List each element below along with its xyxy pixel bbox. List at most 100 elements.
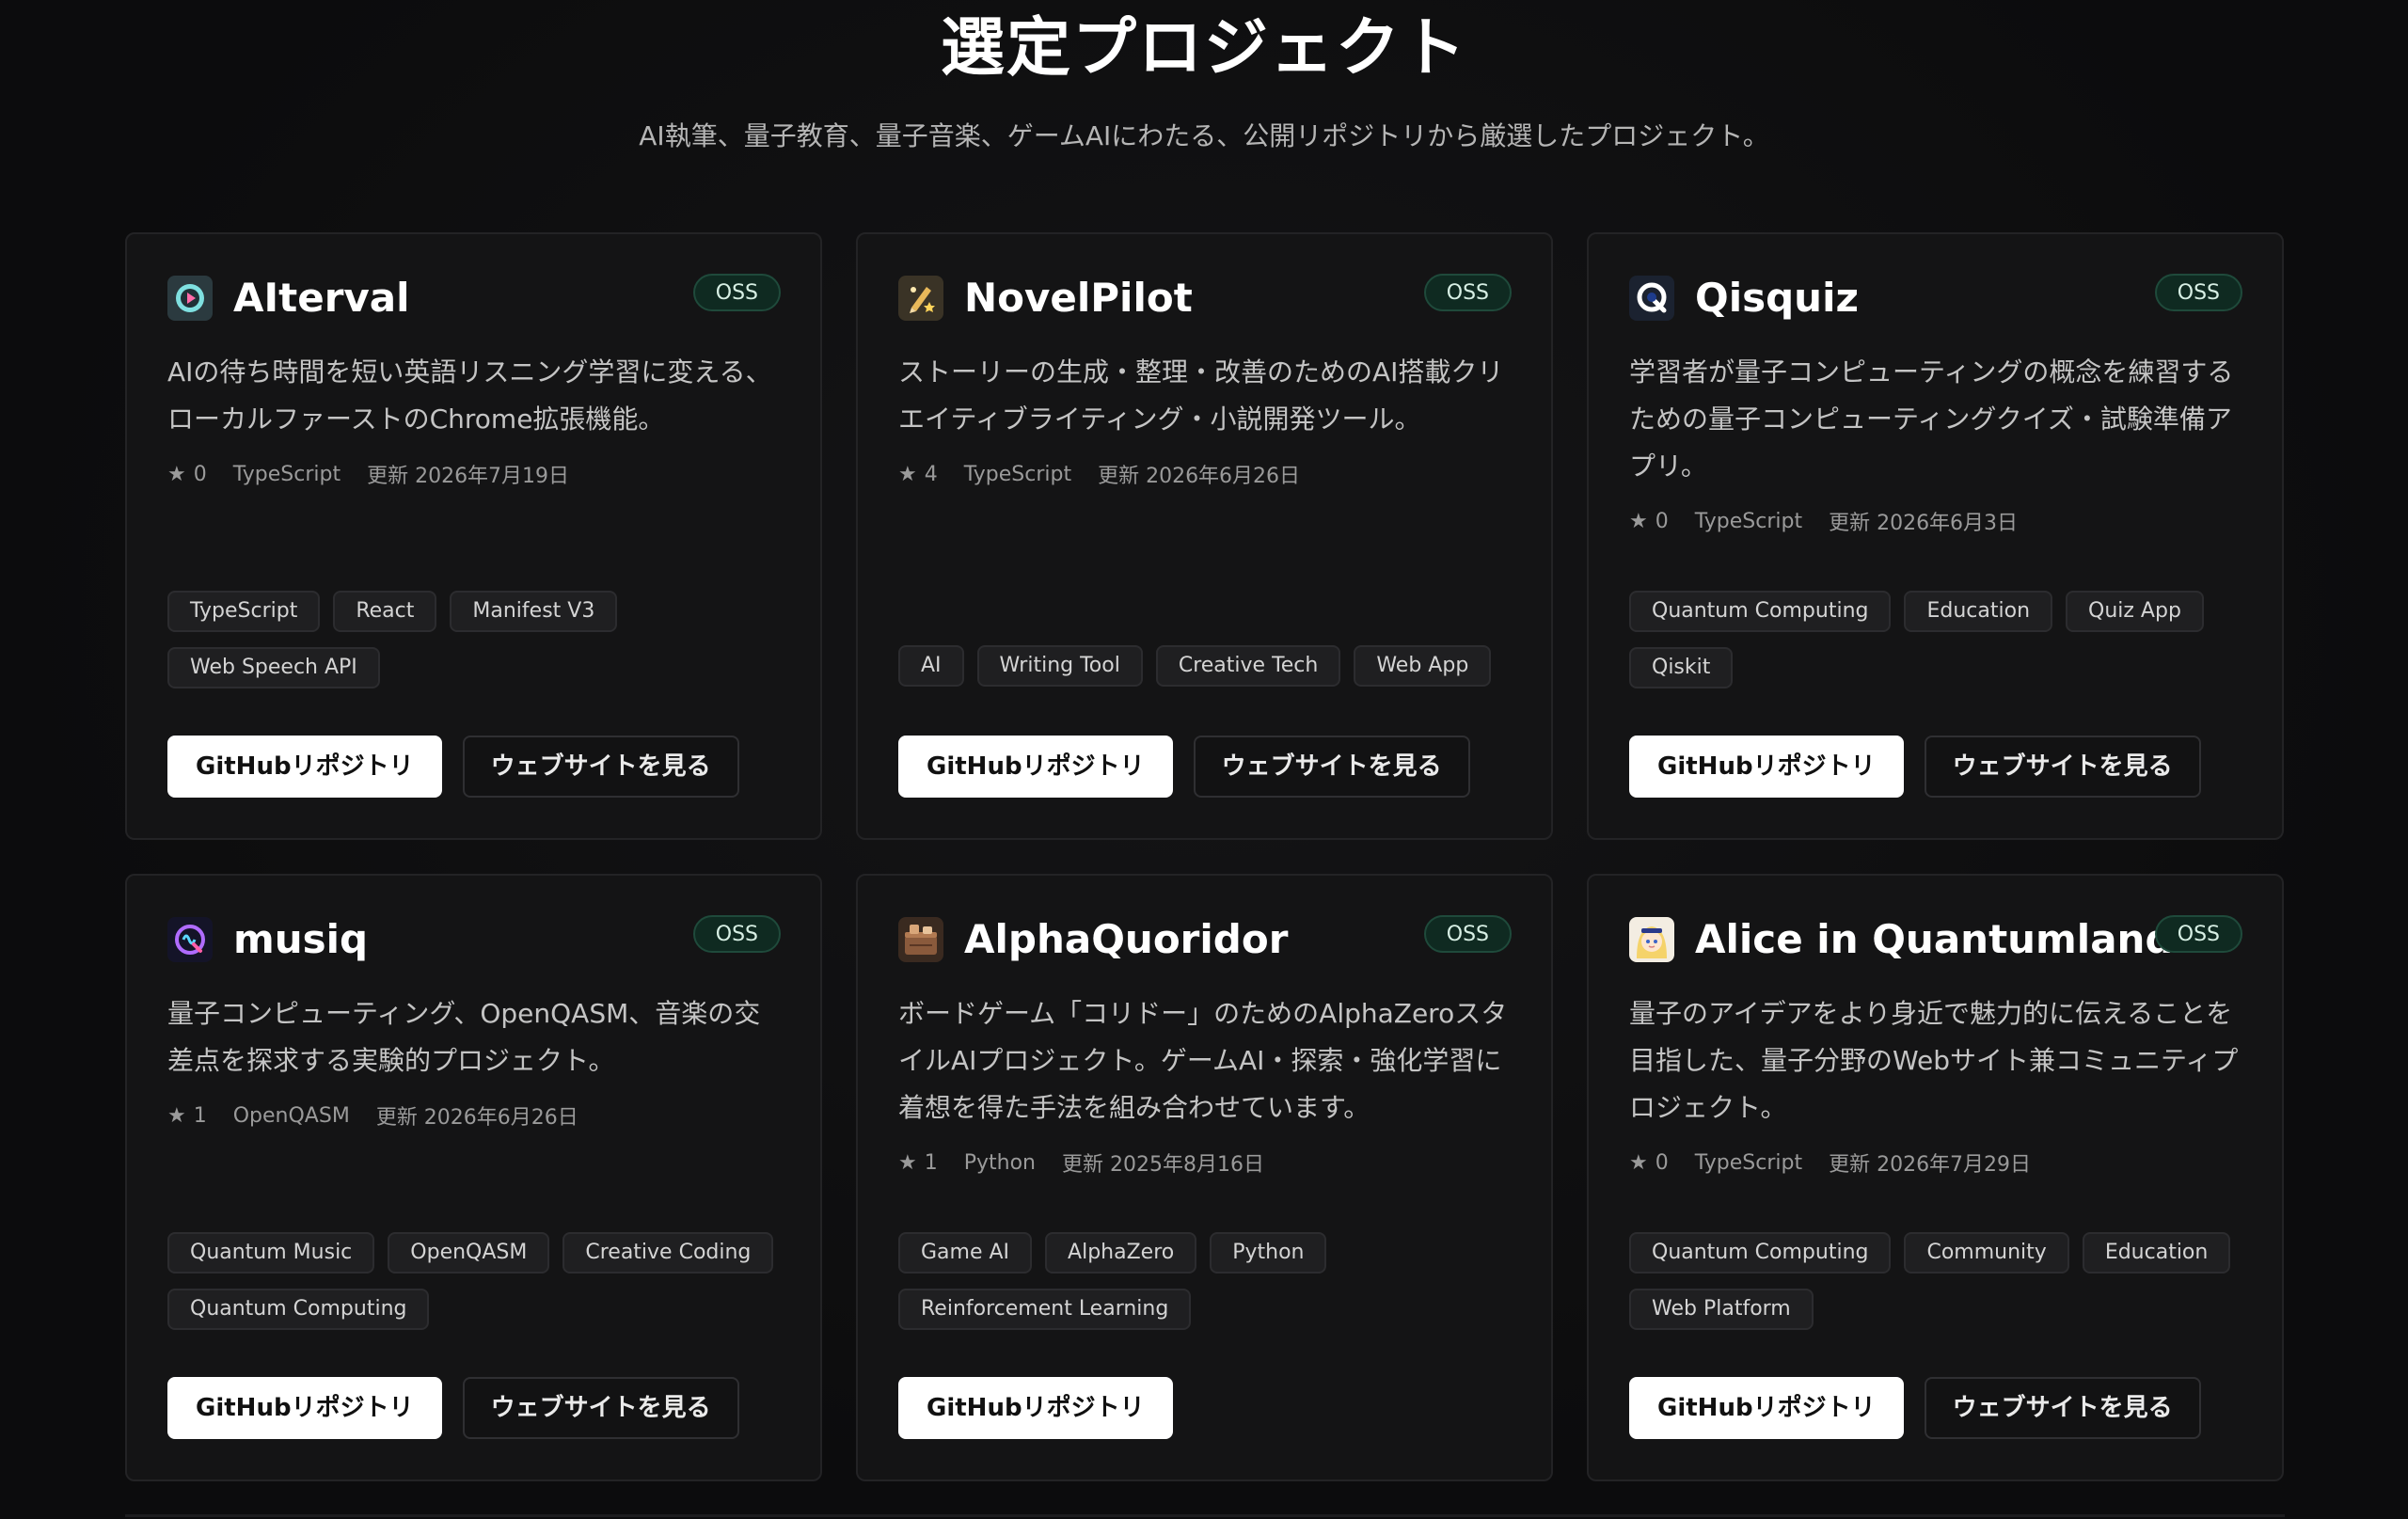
website-button[interactable]: ウェブサイトを見る — [1924, 1377, 2201, 1439]
tag: Quantum Music — [167, 1232, 375, 1274]
board-game-icon — [898, 917, 943, 962]
star-icon: ★ — [167, 462, 186, 486]
language-label: TypeScript — [1694, 509, 1803, 533]
website-button[interactable]: ウェブサイトを見る — [1924, 736, 2201, 798]
alice-avatar-icon — [1629, 917, 1674, 962]
language-label: TypeScript — [963, 462, 1072, 486]
github-repo-button[interactable]: GitHubリポジトリ — [898, 736, 1173, 798]
tag-list: Quantum Computing Community Education We… — [1629, 1232, 2241, 1330]
project-card-novelpilot: NovelPilot OSS ストーリーの生成・整理・改善のためのAI搭載クリエ… — [856, 232, 1553, 840]
tag: OpenQASM — [388, 1232, 550, 1274]
tag: Web App — [1354, 645, 1492, 687]
star-count: 0 — [1655, 1150, 1669, 1175]
star-icon: ★ — [898, 1150, 917, 1175]
tag: Quantum Computing — [1629, 1232, 1892, 1274]
github-repo-button[interactable]: GitHubリポジトリ — [1629, 1377, 1904, 1439]
language-label: TypeScript — [232, 462, 341, 486]
language-label: OpenQASM — [232, 1103, 350, 1128]
card-header: Alice in Quantumland — [1629, 915, 2242, 964]
card-header: musiq — [167, 915, 781, 964]
play-bubble-icon — [167, 276, 213, 321]
github-repo-button[interactable]: GitHubリポジトリ — [1629, 736, 1904, 798]
project-description: 学習者が量子コンピューティングの概念を練習するための量子コンピューティングクイズ… — [1629, 356, 2234, 482]
star-count: 0 — [193, 462, 207, 486]
card-header: AIterval — [167, 274, 781, 323]
website-button[interactable]: ウェブサイトを見る — [462, 1377, 739, 1439]
project-meta: ★ 1 OpenQASM 更新 2026年6月26日 — [167, 1100, 781, 1131]
github-repo-button[interactable]: GitHubリポジトリ — [167, 736, 442, 798]
projects-page: 選定プロジェクト AI執筆、量子教育、量子音楽、ゲームAIにわたる、公開リポジト… — [0, 0, 2408, 1519]
updated-date: 更新 2026年7月19日 — [367, 465, 570, 488]
updated-date: 更新 2026年6月3日 — [1829, 512, 2019, 535]
project-description: ボードゲーム「コリドー」のためのAlphaZeroスタイルAIプロジェクト。ゲー… — [898, 998, 1508, 1123]
star-icon: ★ — [898, 462, 917, 486]
oss-badge: OSS — [692, 274, 781, 311]
tag: Quantum Computing — [167, 1289, 430, 1330]
project-card-alice-in-quantumland: Alice in Quantumland OSS 量子のアイデアをより身近で魅力… — [1587, 874, 2284, 1481]
star-count: 1 — [924, 1150, 938, 1175]
tag: TypeScript — [167, 591, 321, 632]
updated-date: 更新 2026年6月26日 — [1098, 465, 1301, 488]
website-button[interactable]: ウェブサイトを見る — [1193, 736, 1470, 798]
tag: Qiskit — [1629, 647, 1734, 688]
tag: Creative Tech — [1155, 645, 1341, 687]
website-button[interactable]: ウェブサイトを見る — [462, 736, 739, 798]
project-meta: ★ 4 TypeScript 更新 2026年6月26日 — [898, 458, 1512, 490]
project-card-qisquiz: Qisquiz OSS 学習者が量子コンピューティングの概念を練習するための量子… — [1587, 232, 2284, 840]
project-card-musiq: musiq OSS 量子コンピューティング、OpenQASM、音楽の交差点を探求… — [125, 874, 822, 1481]
project-name[interactable]: AIterval — [233, 274, 410, 323]
q-wave-icon — [167, 917, 213, 962]
tag-list: AI Writing Tool Creative Tech Web App — [898, 645, 1510, 687]
section-subtitle: AI執筆、量子教育、量子音楽、ゲームAIにわたる、公開リポジトリから厳選したプロ… — [639, 120, 1769, 151]
tag: Reinforcement Learning — [898, 1289, 1192, 1330]
project-meta: ★ 0 TypeScript 更新 2026年7月19日 — [167, 458, 781, 490]
github-repo-button[interactable]: GitHubリポジトリ — [167, 1377, 442, 1439]
tag-list: TypeScript React Manifest V3 Web Speech … — [167, 591, 779, 688]
card-actions: GitHubリポジトリ ウェブサイトを見る — [1629, 736, 2201, 798]
tag: Education — [2082, 1232, 2231, 1274]
project-meta: ★ 0 TypeScript 更新 2026年6月3日 — [1629, 505, 2242, 537]
section-title: 選定プロジェクト — [940, 11, 1467, 86]
card-actions: GitHubリポジトリ ウェブサイトを見る — [167, 1377, 739, 1439]
project-grid: AIterval OSS AIの待ち時間を短い英語リスニング学習に変える、ローカ… — [125, 232, 2285, 1481]
star-count: 4 — [924, 462, 938, 486]
card-actions: GitHubリポジトリ ウェブサイトを見る — [898, 736, 1470, 798]
card-header: NovelPilot — [898, 274, 1512, 323]
tag: Web Speech API — [167, 647, 380, 688]
card-actions: GitHubリポジトリ ウェブサイトを見る — [167, 736, 739, 798]
project-description: ストーリーの生成・整理・改善のためのAI搭載クリエイティブライティング・小説開発… — [898, 356, 1504, 435]
oss-badge: OSS — [1423, 915, 1512, 953]
project-meta: ★ 1 Python 更新 2025年8月16日 — [898, 1147, 1512, 1179]
project-description: AIの待ち時間を短い英語リスニング学習に変える、ローカルファーストのChrome… — [167, 356, 772, 435]
card-actions: GitHubリポジトリ — [898, 1377, 1173, 1439]
project-name[interactable]: AlphaQuoridor — [964, 915, 1288, 964]
updated-date: 更新 2025年8月16日 — [1062, 1153, 1264, 1177]
tag: React — [333, 591, 437, 632]
tag: Writing Tool — [976, 645, 1143, 687]
tag-list: Quantum Computing Education Quiz App Qis… — [1629, 591, 2241, 688]
tag: Quiz App — [2066, 591, 2204, 632]
tag: AI — [898, 645, 964, 687]
github-repo-button[interactable]: GitHubリポジトリ — [898, 1377, 1173, 1439]
project-name[interactable]: Alice in Quantumland — [1695, 915, 2174, 964]
oss-badge: OSS — [1423, 274, 1512, 311]
project-name[interactable]: musiq — [233, 915, 368, 964]
tag: Creative Coding — [562, 1232, 774, 1274]
updated-date: 更新 2026年7月29日 — [1829, 1153, 2032, 1177]
card-actions: GitHubリポジトリ ウェブサイトを見る — [1629, 1377, 2201, 1439]
tag: Community — [1904, 1232, 2069, 1274]
project-meta: ★ 0 TypeScript 更新 2026年7月29日 — [1629, 1147, 2242, 1179]
tag: Python — [1210, 1232, 1327, 1274]
project-card-aiterval: AIterval OSS AIの待ち時間を短い英語リスニング学習に変える、ローカ… — [125, 232, 822, 840]
tag: Education — [1904, 591, 2053, 632]
project-name[interactable]: NovelPilot — [964, 274, 1193, 323]
tag: Manifest V3 — [450, 591, 618, 632]
tag-list: Quantum Music OpenQASM Creative Coding Q… — [167, 1232, 779, 1330]
language-label: TypeScript — [1694, 1150, 1803, 1175]
tag: Game AI — [898, 1232, 1033, 1274]
tag: Quantum Computing — [1629, 591, 1892, 632]
project-name[interactable]: Qisquiz — [1695, 274, 1859, 323]
updated-date: 更新 2026年6月26日 — [375, 1106, 578, 1130]
star-count: 0 — [1655, 509, 1669, 533]
project-description: 量子コンピューティング、OpenQASM、音楽の交差点を探求する実験的プロジェク… — [167, 998, 761, 1076]
